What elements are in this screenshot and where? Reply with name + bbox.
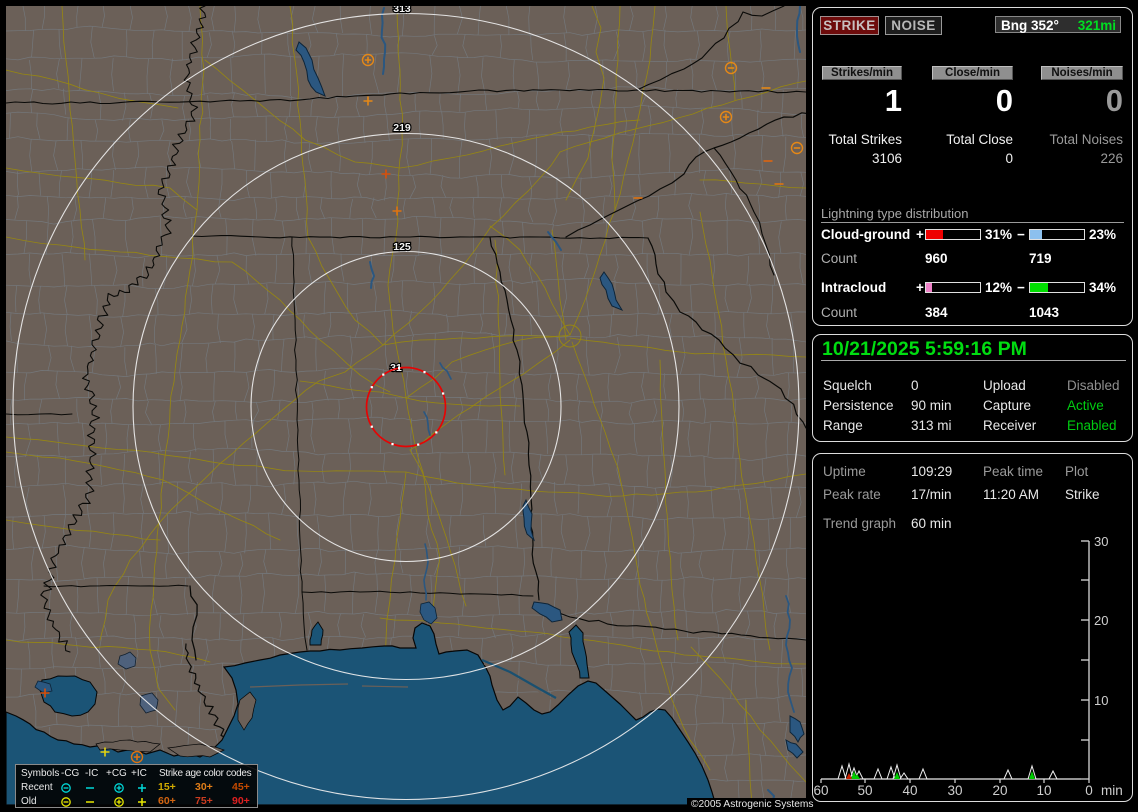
svg-text:20: 20 — [992, 783, 1007, 798]
svg-text:30: 30 — [1094, 534, 1108, 549]
svg-text:60: 60 — [813, 783, 828, 798]
svg-text:125: 125 — [393, 241, 411, 253]
svg-text:10: 10 — [1094, 693, 1108, 708]
svg-text:min: min — [1101, 783, 1123, 798]
svg-text:20: 20 — [1094, 613, 1108, 628]
svg-text:30: 30 — [947, 783, 962, 798]
svg-text:50: 50 — [857, 783, 872, 798]
svg-text:219: 219 — [393, 122, 411, 134]
svg-text:40: 40 — [902, 783, 917, 798]
svg-text:313: 313 — [393, 6, 411, 15]
svg-text:10: 10 — [1036, 783, 1051, 798]
svg-text:0: 0 — [1085, 783, 1093, 798]
